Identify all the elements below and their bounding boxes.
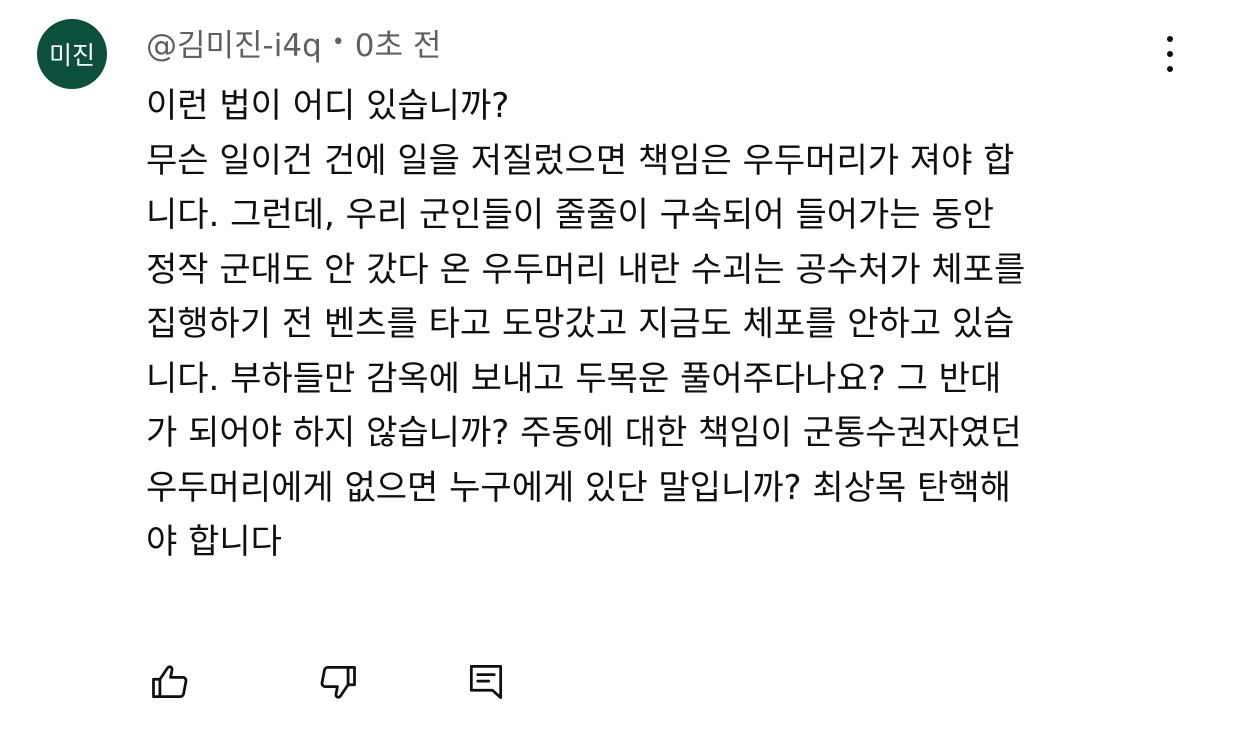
comment-line: 무슨 일이건 건에 일을 저질렀으면 책임은 우두머리가 져야 합 [146,140,1015,181]
thumbs-up-icon [152,665,188,699]
comment-line: 가 되어야 하지 않습니까? 주동에 대한 책임이 군통수권자였던 [146,413,1022,453]
comment-line: 이런 법이 어디 있습니까? [146,86,510,126]
avatar-initials: 미진 [48,41,95,70]
thumbs-down-icon [320,665,356,699]
comment-line: 야 합니다 [146,522,282,562]
comment-line: 집행하기 전 벤츠를 타고 도망갔고 지금도 체포를 안하고 있습 [146,304,1015,344]
comment-header: @김미진-i4q • 0초 전 [146,20,442,65]
menu-dot [1167,51,1173,57]
comment-reply-icon [469,665,503,699]
comment-timestamp[interactable]: 0초 전 [355,20,442,65]
dislike-button[interactable] [314,658,362,706]
avatar[interactable]: 미진 [37,19,107,89]
comment-text: 이런 법이 어디 있습니까? 무슨 일이건 건에 일을 저질렀으면 책임은 우두… [146,79,1171,570]
menu-dot [1167,66,1173,72]
more-vertical-icon[interactable] [1150,30,1190,78]
comment-line: 정작 군대도 안 갔다 온 우두머리 내란 수괴는 공수처가 체포를 [146,249,1026,290]
reply-button[interactable] [462,658,510,706]
comment-line: 니다. 그런데, 우리 군인들이 줄줄이 구속되어 들어가는 동안 [146,195,994,235]
comment-line: 니다. 부하들만 감옥에 보내고 두목운 풀어주다나요? 그 반대 [146,358,1002,399]
meta-separator: • [331,29,345,55]
like-button[interactable] [146,658,194,706]
menu-dot [1167,36,1173,42]
author-name[interactable]: @김미진-i4q [146,20,322,65]
comment-line: 우두머리에게 없으면 누구에게 있단 말입니까? 최상목 탄핵해 [146,467,1011,508]
